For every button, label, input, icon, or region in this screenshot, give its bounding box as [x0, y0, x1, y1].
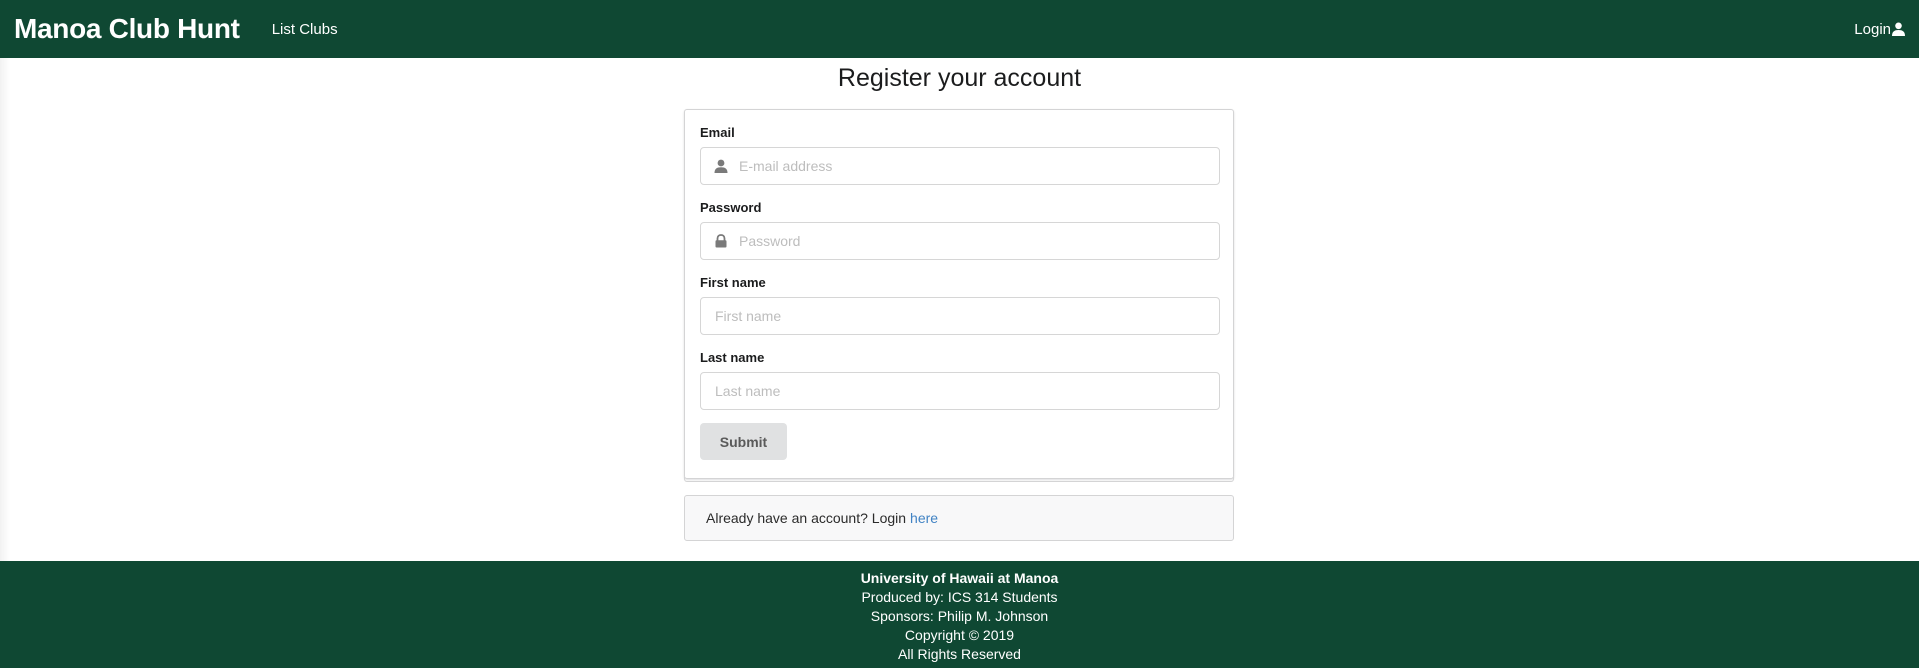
password-label: Password — [700, 200, 762, 215]
submit-button[interactable]: Submit — [700, 423, 787, 460]
email-input[interactable] — [701, 148, 1219, 184]
first-name-label: First name — [700, 275, 766, 290]
password-input[interactable] — [701, 223, 1219, 259]
first-name-field-wrapper — [700, 297, 1220, 335]
page-footer: University of Hawaii at Manoa Produced b… — [0, 561, 1919, 668]
footer-sponsors: Sponsors: Philip M. Johnson — [870, 608, 1049, 624]
login-message: Already have an account? Login here — [684, 495, 1234, 541]
first-name-input[interactable] — [701, 298, 1219, 334]
nav-link-list-clubs[interactable]: List Clubs — [272, 21, 338, 38]
user-icon — [1892, 22, 1905, 36]
login-message-text: Already have an account? Login — [706, 510, 907, 526]
footer-produced-by: Produced by: ICS 314 Students — [861, 589, 1058, 605]
brand-link[interactable]: Manoa Club Hunt — [14, 13, 240, 45]
email-field-wrapper — [700, 147, 1220, 185]
footer-copyright: Copyright © 2019 — [904, 627, 1015, 643]
last-name-label: Last name — [700, 350, 765, 365]
register-form: Email Password First name Last name Subm… — [684, 109, 1234, 482]
last-name-input[interactable] — [701, 373, 1219, 409]
login-dropdown[interactable]: Login — [1854, 0, 1905, 58]
page-edge-shadow — [0, 58, 10, 561]
last-name-field-wrapper — [700, 372, 1220, 410]
login-here-link[interactable]: here — [910, 510, 938, 526]
page-title: Register your account — [837, 64, 1082, 92]
footer-rights: All Rights Reserved — [898, 646, 1021, 662]
top-navbar: Manoa Club Hunt List Clubs Login — [0, 0, 1919, 58]
footer-university: University of Hawaii at Manoa — [860, 570, 1059, 586]
email-label: Email — [700, 125, 735, 140]
login-label: Login — [1854, 20, 1891, 38]
password-field-wrapper — [700, 222, 1220, 260]
